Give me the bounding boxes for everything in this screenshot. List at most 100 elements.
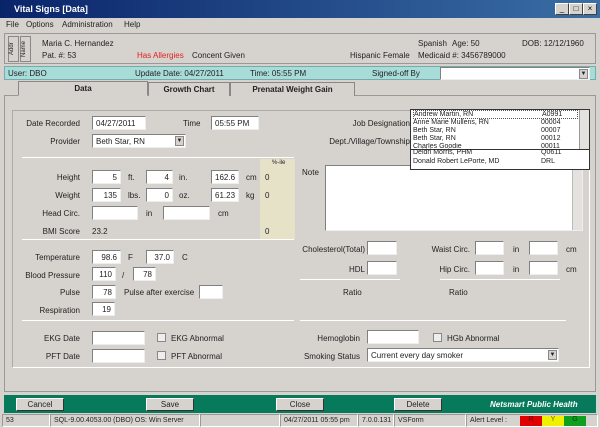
divider (22, 320, 294, 321)
pulse-input[interactable]: 78 (92, 285, 116, 299)
waist-in-input[interactable] (475, 241, 504, 255)
in-unit: in (513, 245, 520, 254)
bmi-percentile: 0 (265, 227, 270, 236)
hdl-input[interactable] (367, 261, 397, 275)
alert-level-label: Alert Level : (470, 417, 507, 424)
allergy-indicator[interactable]: Has Allergies (137, 51, 184, 60)
status-id: 53 (2, 414, 50, 427)
waist-cm-input[interactable] (529, 241, 558, 255)
bp-systolic-input[interactable]: 110 (92, 267, 116, 281)
pft-date-input[interactable] (92, 349, 145, 363)
date-recorded-input[interactable]: 04/27/2011 (92, 116, 146, 130)
user: User: DBO (8, 69, 47, 78)
status-form: VSForm (394, 414, 466, 427)
temp-f-input[interactable]: 98.6 (92, 250, 121, 264)
hgb-abnormal-checkbox[interactable] (433, 333, 442, 342)
provider-select[interactable]: Beth Star, RN ▼ (92, 134, 186, 148)
age: Age: 50 (452, 39, 480, 48)
height-in-input[interactable]: 4 (146, 170, 173, 184)
signed-off-select[interactable]: ▼ (440, 67, 590, 80)
tab-name[interactable]: Name (20, 36, 31, 62)
pulse-after-input[interactable] (199, 285, 223, 299)
patient-name: Maria C. Hernandez (42, 39, 114, 48)
head-circ-in-input[interactable] (92, 206, 138, 220)
provider-value: Beth Star, RN (96, 137, 145, 146)
tab-addr[interactable]: Addr (8, 36, 19, 62)
ekg-date-input[interactable] (92, 331, 145, 345)
signed-off-label: Signed-off By (372, 69, 420, 78)
weight-kg-input[interactable]: 61.23 (211, 188, 239, 202)
pft-abnormal-checkbox[interactable] (157, 351, 166, 360)
f-unit: F (128, 253, 133, 262)
list-item[interactable]: Donald Robert LePorte, MD DRL (413, 158, 578, 165)
c-unit: C (182, 253, 188, 262)
height-cm-input[interactable]: 162.6 (211, 170, 239, 184)
hdl-label: HDL (348, 265, 365, 274)
delete-button[interactable]: Delete (394, 398, 442, 411)
hip-cm-input[interactable] (529, 261, 558, 275)
minimize-button[interactable]: _ (555, 3, 569, 15)
chevron-down-icon[interactable]: ▼ (579, 69, 588, 79)
hip-in-input[interactable] (475, 261, 504, 275)
in-unit: in. (179, 173, 188, 182)
cholesterol-label: Cholesterol(Total) (302, 245, 365, 254)
note-textarea[interactable] (325, 165, 583, 231)
note-scrollbar[interactable] (572, 166, 582, 230)
close-form-button[interactable]: Close (276, 398, 324, 411)
cholesterol-input[interactable] (367, 241, 397, 255)
signed-off-dropdown-list-more[interactable]: Deidri Morris, PHM Q0611 Donald Robert Le… (410, 149, 590, 170)
temp-c-input[interactable]: 37.0 (146, 250, 174, 264)
chevron-down-icon[interactable]: ▼ (548, 350, 557, 360)
cancel-button[interactable]: Cancel (16, 398, 64, 411)
divider (22, 239, 294, 240)
bp-diastolic-input[interactable]: 78 (133, 267, 156, 281)
cm-unit: cm (218, 209, 229, 218)
update-time: Time: 05:55 PM (250, 69, 307, 78)
oz-unit: oz. (179, 191, 190, 200)
list-scrollbar[interactable] (579, 110, 589, 149)
save-button[interactable]: Save (146, 398, 194, 411)
pft-abnormal-label: PFT Abnormal (171, 352, 222, 361)
dob: DOB: 12/12/1960 (522, 39, 584, 48)
cholesterol-ratio-label: Ratio (343, 288, 362, 297)
menu-administration[interactable]: Administration (62, 20, 113, 29)
brand-logo: Netsmart Public Health (490, 400, 578, 409)
time-input[interactable]: 05:55 PM (211, 116, 259, 130)
tab-data[interactable]: Data (18, 81, 148, 96)
hemoglobin-label: Hemoglobin (317, 334, 360, 343)
cm-unit: cm (566, 265, 577, 274)
cm-unit: cm (566, 245, 577, 254)
list-item[interactable]: Beth Star, RN 00012 (413, 135, 578, 142)
hgb-abnormal-label: HGb Abnormal (447, 334, 500, 343)
ekg-abnormal-checkbox[interactable] (157, 333, 166, 342)
weight-oz-input[interactable]: 0 (146, 188, 173, 202)
close-button[interactable]: × (583, 3, 597, 15)
temperature-label: Temperature (35, 253, 80, 262)
signed-off-dropdown-list[interactable]: Andrew Martin, RN A0991 Anne Marie Mullen… (410, 109, 590, 150)
smoking-status-select[interactable]: Current every day smoker ▼ (367, 348, 559, 362)
list-item[interactable]: Anne Marie Mullens, RN 00004 (413, 119, 578, 126)
height-percentile: 0 (265, 173, 270, 182)
tab-growth-chart[interactable]: Growth Chart (148, 82, 230, 96)
hemoglobin-input[interactable] (367, 330, 419, 344)
chevron-down-icon[interactable]: ▼ (175, 136, 184, 146)
height-ft-input[interactable]: 5 (92, 170, 121, 184)
ethnicity: Hispanic (350, 51, 381, 60)
list-item[interactable]: Andrew Martin, RN A0991 (413, 110, 578, 119)
alert-y: Y (542, 416, 564, 426)
maximize-button[interactable]: □ (569, 3, 583, 15)
cm-unit: cm (246, 173, 257, 182)
bmi-label: BMI Score (42, 227, 80, 236)
menu-help[interactable]: Help (124, 20, 140, 29)
menu-file[interactable]: File (6, 20, 19, 29)
respiration-input[interactable]: 19 (92, 302, 115, 316)
provider-label: Provider (50, 137, 80, 146)
weight-lbs-input[interactable]: 135 (92, 188, 121, 202)
smoking-status-label: Smoking Status (303, 352, 360, 361)
list-item[interactable]: Deidri Morris, PHM Q0611 (413, 149, 578, 156)
waist-hip-ratio-label: Ratio (449, 288, 468, 297)
list-item[interactable]: Beth Star, RN 00007 (413, 127, 578, 134)
head-circ-cm-input[interactable] (163, 206, 210, 220)
tab-prenatal-weight-gain[interactable]: Prenatal Weight Gain (230, 82, 355, 96)
menu-options[interactable]: Options (26, 20, 54, 29)
